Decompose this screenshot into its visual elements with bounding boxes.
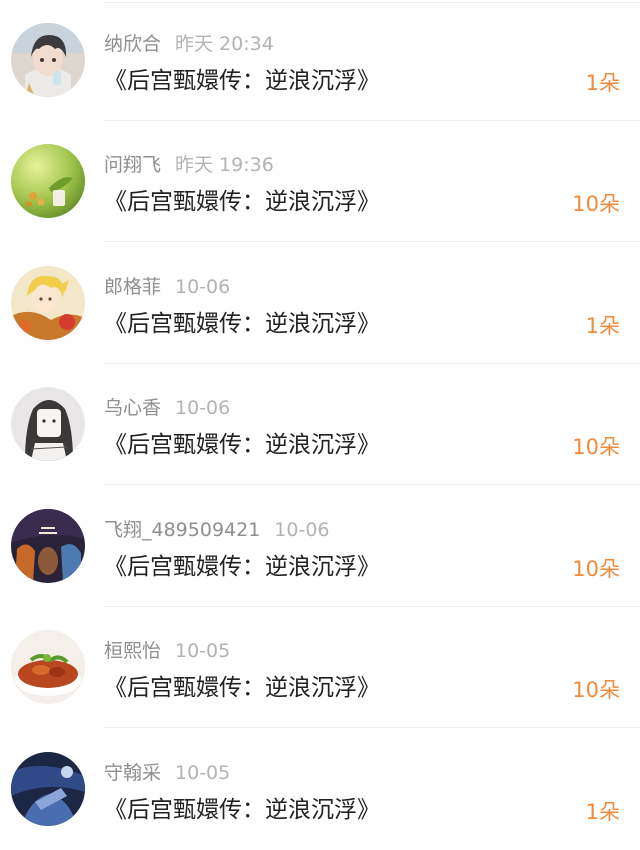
timestamp: 昨天 19:36: [175, 154, 274, 176]
list-item[interactable]: 郎格菲 10-06 《后宫甄嬛传：逆浪沉浮》 1朵: [0, 243, 640, 364]
user-name[interactable]: 纳欣合: [104, 33, 161, 55]
user-name[interactable]: 守翰采: [104, 762, 161, 784]
user-name[interactable]: 郎格菲: [104, 276, 161, 298]
user-name[interactable]: 乌心香: [104, 397, 161, 419]
flower-count: 10朵: [572, 192, 620, 216]
list-item[interactable]: 乌心香 10-06 《后宫甄嬛传：逆浪沉浮》 10朵: [0, 364, 640, 485]
item-meta: 桓熙怡 10-05: [104, 638, 230, 664]
row-divider: [104, 241, 640, 242]
timestamp: 10-05: [175, 762, 231, 784]
flower-count: 10朵: [572, 557, 620, 581]
list-item[interactable]: 纳欣合 昨天 20:34 《后宫甄嬛传：逆浪沉浮》 1朵: [0, 0, 640, 121]
user-name[interactable]: 飞翔_489509421: [104, 519, 260, 541]
flower-count: 1朵: [585, 314, 620, 338]
row-divider: [104, 484, 640, 485]
row-divider: [104, 727, 640, 728]
food-bowl-avatar[interactable]: [11, 630, 85, 704]
book-title[interactable]: 《后宫甄嬛传：逆浪沉浮》: [104, 307, 380, 341]
anime-boy-avatar[interactable]: [11, 23, 85, 97]
item-meta: 郎格菲 10-06: [104, 274, 230, 300]
flower-count: 10朵: [572, 435, 620, 459]
blonde-anime-avatar[interactable]: [11, 266, 85, 340]
timestamp: 10-06: [175, 276, 231, 298]
item-meta: 乌心香 10-06: [104, 395, 230, 421]
book-title[interactable]: 《后宫甄嬛传：逆浪沉浮》: [104, 793, 380, 827]
flower-count: 10朵: [572, 678, 620, 702]
book-title[interactable]: 《后宫甄嬛传：逆浪沉浮》: [104, 185, 380, 219]
book-title[interactable]: 《后宫甄嬛传：逆浪沉浮》: [104, 671, 380, 705]
timestamp: 10-06: [175, 397, 231, 419]
item-meta: 纳欣合 昨天 20:34: [104, 31, 274, 57]
user-name[interactable]: 桓熙怡: [104, 640, 161, 662]
flower-count: 1朵: [585, 800, 620, 824]
book-title[interactable]: 《后宫甄嬛传：逆浪沉浮》: [104, 428, 380, 462]
timestamp: 昨天 20:34: [175, 33, 274, 55]
book-title[interactable]: 《后宫甄嬛传：逆浪沉浮》: [104, 64, 380, 98]
dark-blue-art-avatar[interactable]: [11, 752, 85, 826]
poster-art-avatar[interactable]: [11, 509, 85, 583]
user-name[interactable]: 问翔飞: [104, 154, 161, 176]
list-item[interactable]: 问翔飞 昨天 19:36 《后宫甄嬛传：逆浪沉浮》 10朵: [0, 121, 640, 242]
book-title[interactable]: 《后宫甄嬛传：逆浪沉浮》: [104, 550, 380, 584]
list-item[interactable]: 桓熙怡 10-05 《后宫甄嬛传：逆浪沉浮》 10朵: [0, 607, 640, 728]
item-meta: 守翰采 10-05: [104, 760, 230, 786]
item-meta: 问翔飞 昨天 19:36: [104, 152, 274, 178]
item-meta: 飞翔_489509421 10-06: [104, 517, 330, 543]
timestamp: 10-06: [274, 519, 330, 541]
list-item[interactable]: 飞翔_489509421 10-06 《后宫甄嬛传：逆浪沉浮》 10朵: [0, 486, 640, 607]
flower-count: 1朵: [585, 71, 620, 95]
list-item[interactable]: 守翰采 10-05 《后宫甄嬛传：逆浪沉浮》 1朵: [0, 729, 640, 850]
timestamp: 10-05: [175, 640, 231, 662]
green-plant-avatar[interactable]: [11, 144, 85, 218]
sketch-girl-avatar[interactable]: [11, 387, 85, 461]
